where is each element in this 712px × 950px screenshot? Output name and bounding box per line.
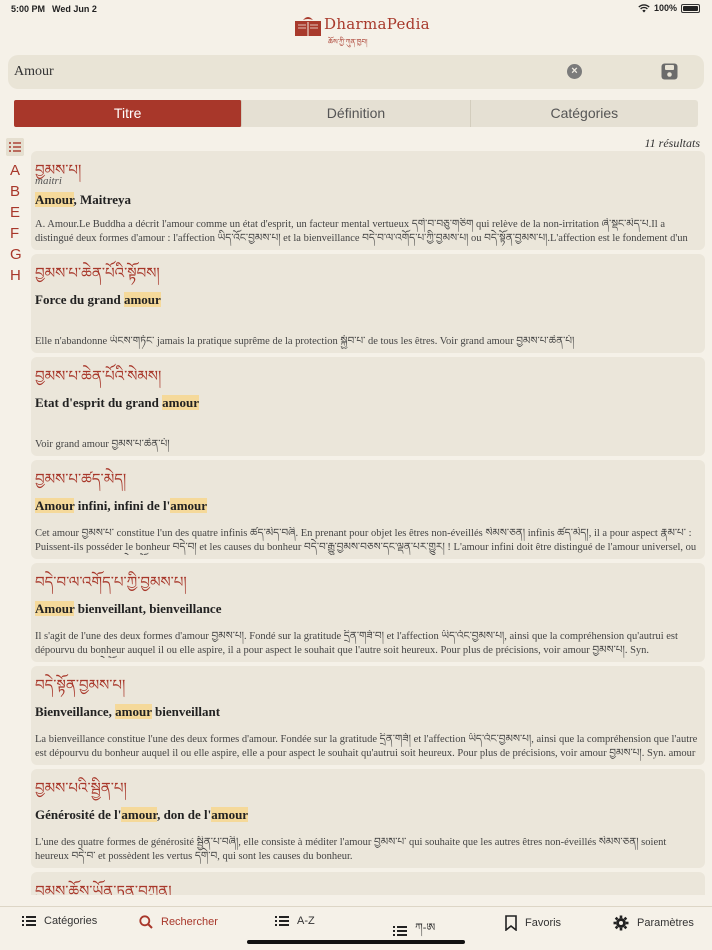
- result-tibetan: བདེ་བ་ལ་འགོད་པ་ཀྱི་བྱམས་པ།: [35, 574, 187, 591]
- result-card[interactable]: བྱམས་པ་ཆེན་པོའི་སྟོབས། Force du grand amo…: [31, 254, 705, 353]
- result-title-text: , don de l': [157, 807, 212, 822]
- result-title-text: Force du grand: [35, 292, 124, 307]
- result-title: Amour, Maitreya: [35, 189, 702, 211]
- alphabet-index: A B E F G H: [6, 138, 26, 286]
- search-highlight: amour: [121, 807, 158, 822]
- result-description: L'une des quatre formes de générosité སྦ…: [35, 837, 667, 862]
- search-highlight: amour: [211, 807, 249, 822]
- result-description: Elle n'abandonne ཡོངས་གཏོང་ jamais la pr…: [35, 336, 575, 347]
- search-icon: [139, 915, 153, 929]
- index-letter-a[interactable]: A: [6, 160, 26, 181]
- result-title: Amour bienveillant, bienveillance: [35, 598, 702, 620]
- result-description: Cet amour བྱམས་པ་ constitue l'un des qua…: [35, 528, 697, 553]
- index-letter-h[interactable]: H: [6, 265, 26, 286]
- tab-categories[interactable]: Catégories: [471, 100, 698, 127]
- app-subtitle: ཆོས་ཀྱི་ཀུན་ཁྱབ།: [328, 39, 368, 46]
- result-title: Générosité de l'amour, don de l'amour: [35, 804, 702, 826]
- battery-percent: 100%: [653, 3, 677, 13]
- result-tibetan: བྱམས་པ་ཚད་མེད།: [35, 471, 127, 488]
- results-count: 11 résultats: [644, 136, 700, 150]
- battery-icon: [681, 3, 700, 13]
- result-description: Il s'agit de l'une des deux formes d'amo…: [35, 631, 678, 656]
- result-title: Amour infini, infini de l'amour: [35, 495, 702, 517]
- result-title-text: Générosité de l': [35, 807, 122, 822]
- bottom-tab-label: Catégories: [44, 915, 98, 927]
- result-tibetan: བྱམས་པ་ཆེན་པོའི་སྟོབས།: [35, 265, 160, 282]
- result-description: A. Amour.Le Buddha a décrit l'amour comm…: [35, 219, 688, 244]
- result-card[interactable]: བདེ་བ་ལ་འགོད་པ་ཀྱི་བྱམས་པ། Amour bienveil…: [31, 563, 705, 662]
- bottom-tab-label: Favoris: [525, 917, 562, 929]
- result-card[interactable]: བྱམས་པའི་སྦྱིན་པ། Générosité de l'amour, …: [31, 769, 705, 868]
- result-card[interactable]: བྱམས་པ་ཆེན་པོའི་སེམས། Etat d'esprit du gr…: [31, 357, 705, 456]
- result-card[interactable]: བྱམས་ཆོས་ཡོན་ཏན་བཀྲུན།: [31, 872, 705, 895]
- search-bar: ×: [8, 55, 704, 89]
- bookmark-icon: [505, 915, 517, 931]
- list-icon: [393, 925, 407, 936]
- clear-search-button[interactable]: ×: [567, 64, 582, 79]
- result-description: Voir grand amour བྱམས་པ་ཆེན་པོ།: [35, 439, 170, 450]
- result-description: La bienveillance constitue l'une des deu…: [35, 734, 698, 759]
- result-title-text: infini, infini de l': [74, 498, 171, 513]
- search-highlight: amour: [162, 395, 199, 410]
- result-title: Force du grand amour: [35, 289, 702, 311]
- result-title-text: Bienveillance,: [35, 704, 116, 719]
- tab-titre[interactable]: Titre: [14, 100, 243, 127]
- bottom-tab-label: Paramètres: [637, 917, 694, 929]
- app-logo: DharmaPedia ཆོས་ཀྱི་ཀུན་ཁྱབ།: [294, 14, 430, 48]
- bottom-tab-favoris[interactable]: Favoris: [505, 915, 561, 931]
- bottom-tab-label: Rechercher: [161, 916, 218, 928]
- lotus-book-icon: [295, 17, 321, 36]
- result-tibetan: བྱམས་པ་ཆེན་པོའི་སེམས།: [35, 368, 162, 385]
- result-title-text: , Maitreya: [73, 192, 132, 207]
- status-date: Wed Jun 2: [52, 4, 97, 14]
- index-letter-b[interactable]: B: [6, 181, 26, 202]
- result-tibetan: བྱམས་པ།: [35, 162, 82, 179]
- search-highlight: amour: [123, 292, 161, 307]
- app-title: DharmaPedia: [324, 15, 430, 33]
- result-card[interactable]: བདེ་སྟོན་བྱམས་པ། Bienveillance, amour bie…: [31, 666, 705, 765]
- bottom-tab-categories[interactable]: Catégories: [22, 915, 97, 927]
- status-right: 100%: [638, 3, 700, 13]
- status-time: 5:00 PM: [11, 4, 46, 14]
- result-title-text: Etat d'esprit du grand: [35, 395, 163, 410]
- result-title: Etat d'esprit du grand amour: [35, 392, 702, 414]
- search-highlight: amour: [115, 704, 152, 719]
- list-icon: [22, 916, 36, 926]
- result-card[interactable]: བྱམས་པ། maitri Amour, Maitreya A. Amour.Le …: [31, 151, 705, 250]
- results-list: བྱམས་པ། maitri Amour, Maitreya A. Amour.Le …: [31, 151, 705, 895]
- result-transliteration: maitri: [35, 175, 62, 187]
- list-icon[interactable]: [6, 138, 24, 156]
- result-card[interactable]: བྱམས་པ་ཚད་མེད། Amour infini, infini de l'…: [31, 460, 705, 559]
- result-title-text: bienveillant, bienveillance: [74, 601, 222, 616]
- gear-icon: [613, 915, 629, 931]
- search-highlight: Amour: [35, 192, 74, 207]
- list-icon: [275, 916, 289, 926]
- search-highlight: Amour: [35, 498, 75, 513]
- result-title: Bienveillance, amour bienveillant: [35, 701, 702, 723]
- bottom-tab-rechercher[interactable]: Rechercher: [139, 915, 218, 929]
- result-tibetan: བདེ་སྟོན་བྱམས་པ།: [35, 677, 126, 694]
- search-input[interactable]: [14, 61, 554, 83]
- bottom-tab-parametres[interactable]: Paramètres: [613, 915, 694, 931]
- search-highlight: Amour: [35, 601, 75, 616]
- search-highlight: amour: [170, 498, 208, 513]
- save-icon[interactable]: [661, 63, 678, 80]
- wifi-icon: [638, 3, 650, 12]
- index-letter-g[interactable]: G: [6, 244, 26, 265]
- bottom-tab-label: A-Z: [297, 915, 315, 927]
- search-scope-tabs: Titre Définition Catégories: [14, 100, 698, 127]
- result-tibetan: བྱམས་ཆོས་ཡོན་ཏན་བཀྲུན།: [35, 883, 172, 895]
- tab-definition[interactable]: Définition: [242, 100, 471, 127]
- home-indicator: [247, 940, 465, 944]
- index-letter-f[interactable]: F: [6, 223, 26, 244]
- index-letter-e[interactable]: E: [6, 202, 26, 223]
- bottom-tab-a-z[interactable]: A-Z: [275, 915, 315, 927]
- result-title-text: bienveillant: [151, 704, 221, 719]
- result-tibetan: བྱམས་པའི་སྦྱིན་པ།: [35, 780, 127, 797]
